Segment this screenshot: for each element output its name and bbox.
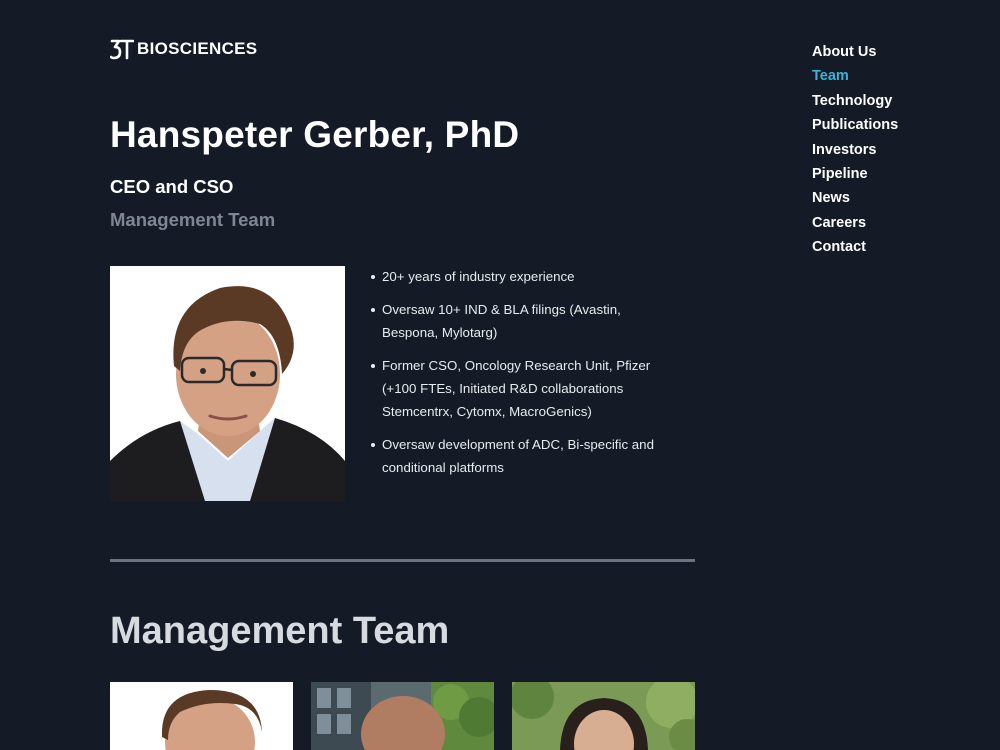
- profile-title: CEO and CSO: [110, 176, 234, 197]
- team-section-title: Management Team: [110, 610, 450, 652]
- highlight-item: Former CSO, Oncology Research Unit, Pfiz…: [366, 354, 666, 423]
- team-card-3[interactable]: [512, 682, 695, 750]
- page: BIOSCIENCES About Us Team Technology Pub…: [0, 0, 1000, 750]
- brand-logo[interactable]: BIOSCIENCES: [110, 38, 257, 60]
- team-card-1[interactable]: [110, 682, 293, 750]
- highlight-item: Oversaw 10+ IND & BLA filings (Avastin, …: [366, 298, 666, 344]
- profile-highlights: 20+ years of industry experience Oversaw…: [366, 265, 666, 489]
- nav-link-investors[interactable]: Investors: [812, 142, 876, 158]
- nav-link-publications[interactable]: Publications: [812, 117, 898, 133]
- nav-item-about-us[interactable]: About Us: [812, 42, 898, 66]
- nav-item-news[interactable]: News: [812, 188, 898, 212]
- brand-name: BIOSCIENCES: [137, 39, 258, 58]
- nav-item-careers[interactable]: Careers: [812, 213, 898, 237]
- nav-link-team[interactable]: Team: [812, 68, 849, 84]
- team-photo-3: [512, 682, 695, 750]
- nav-link-contact[interactable]: Contact: [812, 239, 866, 255]
- main-nav: About Us Team Technology Publications In…: [812, 42, 898, 262]
- section-divider: [110, 559, 695, 562]
- nav-item-publications[interactable]: Publications: [812, 115, 898, 139]
- profile-photo: [110, 266, 345, 501]
- nav-item-pipeline[interactable]: Pipeline: [812, 164, 898, 188]
- nav-link-technology[interactable]: Technology: [812, 93, 892, 109]
- team-cards: [110, 682, 695, 750]
- logo-mark-icon: [110, 39, 134, 60]
- portrait-photo: [110, 266, 345, 501]
- highlight-item: 20+ years of industry experience: [366, 265, 666, 288]
- team-photo-1: [110, 682, 293, 750]
- nav-link-careers[interactable]: Careers: [812, 215, 866, 231]
- nav-item-team[interactable]: Team: [812, 66, 898, 90]
- team-photo-2: [311, 682, 494, 750]
- nav-link-news[interactable]: News: [812, 190, 850, 206]
- profile-group: Management Team: [110, 209, 276, 230]
- highlight-item: Oversaw development of ADC, Bi-specific …: [366, 433, 666, 479]
- nav-item-technology[interactable]: Technology: [812, 91, 898, 115]
- nav-link-about-us[interactable]: About Us: [812, 44, 876, 60]
- team-card-2[interactable]: [311, 682, 494, 750]
- nav-link-pipeline[interactable]: Pipeline: [812, 166, 868, 182]
- nav-item-investors[interactable]: Investors: [812, 140, 898, 164]
- nav-item-contact[interactable]: Contact: [812, 237, 898, 261]
- profile-name: Hanspeter Gerber, PhD: [110, 114, 520, 155]
